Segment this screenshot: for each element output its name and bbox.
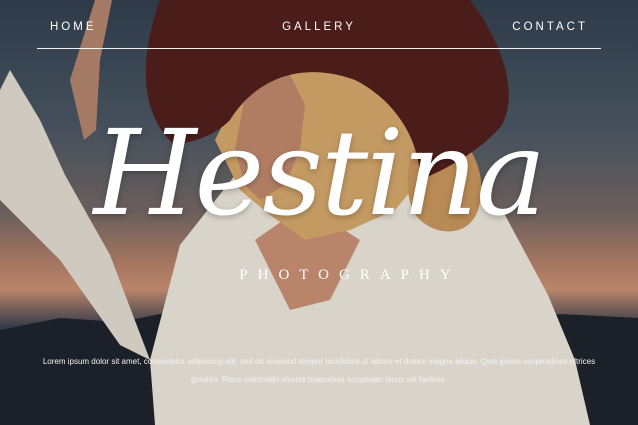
hero-description: Lorem ipsum dolor sit amet, consectetur … — [42, 357, 596, 384]
brand-title: Hestina — [93, 104, 547, 242]
hero-section: HOME GALLERY CONTACT Hestina PHOTOGRAPHY… — [0, 0, 638, 425]
nav-gallery-link[interactable]: GALLERY — [282, 21, 356, 33]
nav-contact-link[interactable]: CONTACT — [512, 21, 588, 33]
nav-home-link[interactable]: HOME — [50, 21, 97, 33]
top-navigation: HOME GALLERY CONTACT — [37, 18, 601, 49]
brand-subtitle: PHOTOGRAPHY — [239, 267, 461, 283]
